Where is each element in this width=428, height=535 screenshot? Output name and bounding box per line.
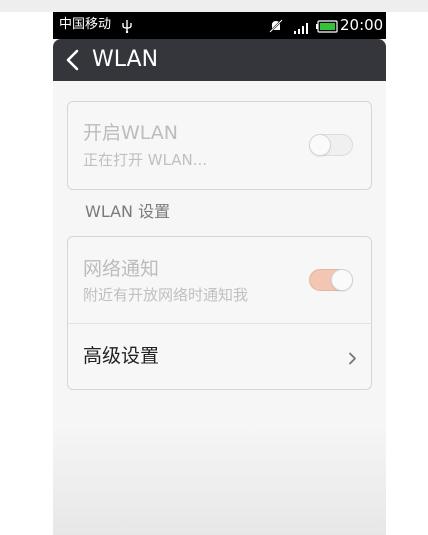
wlan-toggle-row[interactable]: 开启WLAN 正在打开 WLAN... xyxy=(68,102,371,189)
title-bar: WLAN xyxy=(53,39,386,81)
wlan-toggle[interactable] xyxy=(309,134,353,156)
toggle-knob xyxy=(309,134,331,156)
carrier-label: 中国移动 xyxy=(59,17,112,32)
network-notify-subtitle: 附近有开放网络时通知我 xyxy=(83,286,249,304)
back-chevron-icon[interactable] xyxy=(63,49,83,71)
bottom-fade xyxy=(53,425,386,535)
wlan-card: 开启WLAN 正在打开 WLAN... xyxy=(67,101,372,190)
top-strip xyxy=(0,0,428,12)
usb-icon xyxy=(121,18,133,37)
network-notify-row[interactable]: 网络通知 附近有开放网络时通知我 xyxy=(68,237,371,323)
wlan-subtitle: 正在打开 WLAN... xyxy=(83,151,208,169)
page-title: WLAN xyxy=(92,47,159,72)
advanced-settings-row[interactable]: 高级设置 xyxy=(68,324,371,389)
network-notify-title: 网络通知 xyxy=(83,258,160,280)
section-header: WLAN 设置 xyxy=(85,202,171,221)
battery-icon xyxy=(316,18,338,37)
chevron-right-icon xyxy=(348,350,357,369)
signal-icon xyxy=(294,19,308,38)
wlan-title: 开启WLAN xyxy=(83,122,179,144)
network-notify-toggle[interactable] xyxy=(309,269,353,291)
mute-icon xyxy=(269,18,283,37)
status-time: 20:00 xyxy=(340,16,384,34)
advanced-settings-title: 高级设置 xyxy=(83,345,160,367)
toggle-knob xyxy=(331,269,353,291)
network-settings-card: 网络通知 附近有开放网络时通知我 高级设置 xyxy=(67,236,372,390)
phone-screen: 中国移动 20:00 WLAN 开启WLAN 正在打开 WLAN... WLAN… xyxy=(53,12,386,535)
status-bar: 中国移动 20:00 xyxy=(53,12,386,39)
